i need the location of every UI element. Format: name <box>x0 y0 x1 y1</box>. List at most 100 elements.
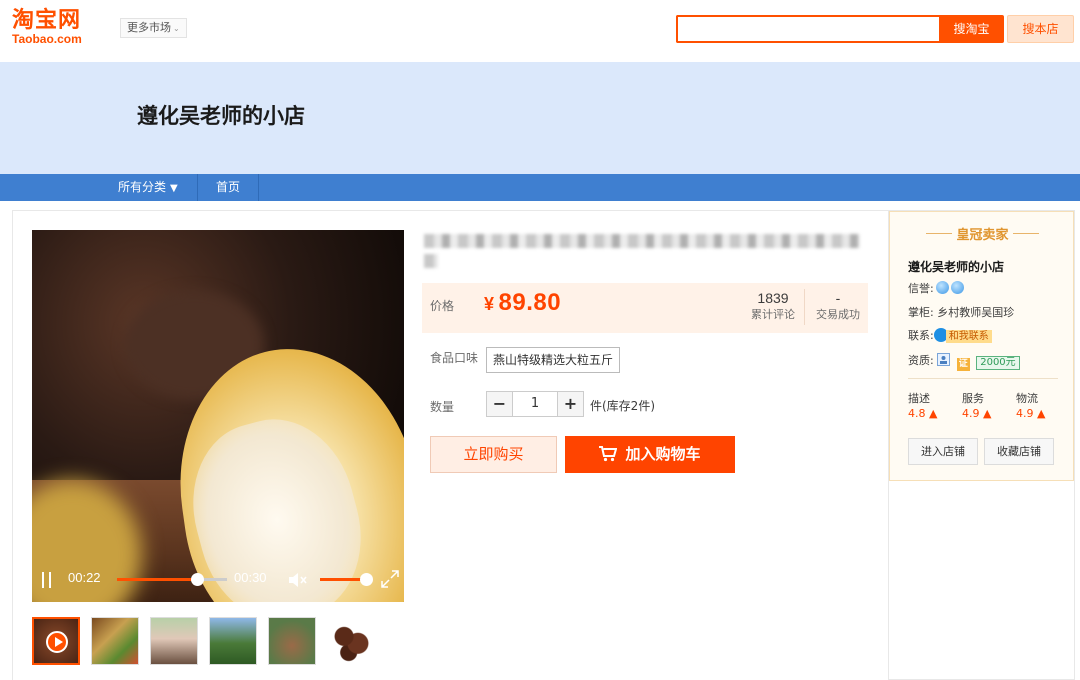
quantity-increase-button[interactable]: + <box>557 392 583 416</box>
buy-now-button[interactable]: 立即购买 <box>430 436 557 473</box>
nav-divider <box>197 174 198 201</box>
score-description: 描述 4.8 ▲ <box>908 392 937 422</box>
score-service: 服务 4.9 ▲ <box>962 392 991 422</box>
qualification-row: 资质: 证 2000元 <box>908 352 1020 371</box>
price-box: 价格 ¥89.80 1839 累计评论 - 交易成功 <box>422 283 868 333</box>
thumbnail-image[interactable] <box>91 617 139 665</box>
score-label: 物流 <box>1016 392 1038 405</box>
keeper-name[interactable]: 乡村教师吴国珍 <box>937 306 1014 319</box>
taobao-logo[interactable]: 淘宝网 Taobao.com <box>12 8 104 48</box>
nav-all-categories[interactable]: 所有分类 ▼ <box>118 174 178 201</box>
crown-seller-badge: 皇冠卖家 <box>956 228 1009 243</box>
top-bar: 淘宝网 Taobao.com 更多市场 ⌄ 搜淘宝 搜本店 <box>0 0 1080 62</box>
search-input[interactable] <box>678 17 939 41</box>
flavor-option[interactable]: 燕山特级精选大粒五斤 <box>486 347 621 373</box>
favorite-shop-button[interactable]: 收藏店铺 <box>984 438 1054 465</box>
keeper-label: 掌柜: <box>908 306 934 319</box>
certificate-icon[interactable]: 证 <box>956 358 970 371</box>
seller-panel: 皇冠卖家 遵化吴老师的小店 信誉: 掌柜: 乡村教师吴国珍 联系: 和我联系 资质… <box>888 210 1075 680</box>
video-controls: 00:22 00:30 <box>32 560 404 602</box>
quantity-decrease-button[interactable]: − <box>487 392 513 416</box>
arrow-up-icon: ▲ <box>1037 407 1046 420</box>
more-markets-dropdown[interactable]: 更多市场 ⌄ <box>120 18 187 38</box>
fullscreen-icon[interactable] <box>380 569 400 589</box>
id-card-icon[interactable] <box>937 353 951 366</box>
reviews-stat[interactable]: 1839 累计评论 <box>748 289 798 323</box>
stat-divider <box>804 289 805 325</box>
seller-card: 皇冠卖家 遵化吴老师的小店 信誉: 掌柜: 乡村教师吴国珍 联系: 和我联系 资质… <box>889 211 1074 481</box>
video-progress-knob[interactable] <box>191 573 205 586</box>
thumbnail-image[interactable] <box>327 617 375 665</box>
thumbnail-image[interactable] <box>268 617 316 665</box>
logo-text-cn: 淘宝网 <box>12 7 82 33</box>
deals-label: 交易成功 <box>816 308 860 321</box>
nav-home[interactable]: 首页 <box>216 174 240 201</box>
search-shop-button[interactable]: 搜本店 <box>1007 15 1074 43</box>
add-to-cart-button[interactable]: 加入购物车 <box>565 436 735 473</box>
diamond-icon[interactable] <box>935 281 949 294</box>
score-label: 描述 <box>908 392 930 405</box>
enter-shop-button[interactable]: 进入店铺 <box>908 438 978 465</box>
score-logistics: 物流 4.9 ▲ <box>1016 392 1045 422</box>
price-number: 89.80 <box>498 289 562 316</box>
video-progress-bar[interactable] <box>117 573 227 586</box>
price-value: ¥89.80 <box>484 289 561 317</box>
price-label: 价格 <box>430 299 455 313</box>
score-value: 4.9 ▲ <box>1016 407 1046 420</box>
nav-all-categories-label: 所有分类 <box>118 180 167 194</box>
flavor-label: 食品口味 <box>430 351 479 365</box>
add-to-cart-label: 加入购物车 <box>625 445 701 463</box>
contact-label: 联系: <box>908 329 934 342</box>
score-label: 服务 <box>962 392 984 405</box>
stock-text: 件(库存2件) <box>590 399 655 413</box>
search-taobao-button[interactable]: 搜淘宝 <box>939 15 1004 43</box>
product-video[interactable] <box>32 230 404 602</box>
search-box[interactable] <box>676 15 939 43</box>
deposit-badge[interactable]: 2000元 <box>976 356 1020 370</box>
quantity-label: 数量 <box>430 400 455 414</box>
shop-nav: 所有分类 ▼ 首页 <box>0 174 1080 201</box>
arrow-up-icon: ▲ <box>983 407 992 420</box>
triangle-down-icon: ▼ <box>170 183 178 194</box>
quantity-stepper: − 1 + <box>486 391 584 417</box>
qualification-label: 资质: <box>908 354 934 367</box>
volume-fill <box>320 578 366 581</box>
seller-shop-name[interactable]: 遵化吴老师的小店 <box>908 258 1004 275</box>
logo-text-en: Taobao.com <box>12 32 82 46</box>
video-total-time: 00:30 <box>234 570 267 585</box>
reviews-label: 累计评论 <box>751 308 795 321</box>
contact-seller-link[interactable]: 和我联系 <box>945 330 992 343</box>
volume-knob[interactable] <box>359 573 373 586</box>
divider <box>908 378 1058 379</box>
deals-count: - <box>835 290 841 306</box>
thumbnail-image[interactable] <box>150 617 198 665</box>
deposit-amount: 2000元 <box>980 357 1016 368</box>
more-markets-label: 更多市场 <box>127 21 171 34</box>
product-title-obscured <box>424 230 860 270</box>
quantity-input[interactable]: 1 <box>513 392 557 416</box>
chevron-down-icon: ⌄ <box>173 24 180 33</box>
mute-icon[interactable] <box>288 571 308 589</box>
thumbnail-image[interactable] <box>209 617 257 665</box>
deals-stat: - 交易成功 <box>812 289 864 323</box>
keeper-row: 掌柜: 乡村教师吴国珍 <box>908 304 1014 320</box>
score-value: 4.8 ▲ <box>908 407 938 420</box>
credit-label: 信誉: <box>908 282 934 295</box>
score-value: 4.9 ▲ <box>962 407 992 420</box>
cart-icon <box>599 446 618 462</box>
shop-title[interactable]: 遵化吴老师的小店 <box>137 100 305 130</box>
pause-icon[interactable] <box>42 572 52 588</box>
shop-banner: 遵化吴老师的小店 <box>0 62 1080 174</box>
diamond-icon[interactable] <box>950 281 964 294</box>
divider <box>1013 233 1039 234</box>
thumbnail-strip <box>32 617 392 667</box>
volume-slider[interactable] <box>320 573 373 586</box>
thumbnail-video[interactable] <box>32 617 80 665</box>
video-current-time: 00:22 <box>68 570 101 585</box>
reviews-count: 1839 <box>757 290 789 306</box>
nav-divider <box>258 174 259 201</box>
currency-symbol: ¥ <box>484 294 495 314</box>
contact-row: 联系: 和我联系 <box>908 327 992 343</box>
arrow-up-icon: ▲ <box>929 407 938 420</box>
play-icon <box>46 631 68 653</box>
